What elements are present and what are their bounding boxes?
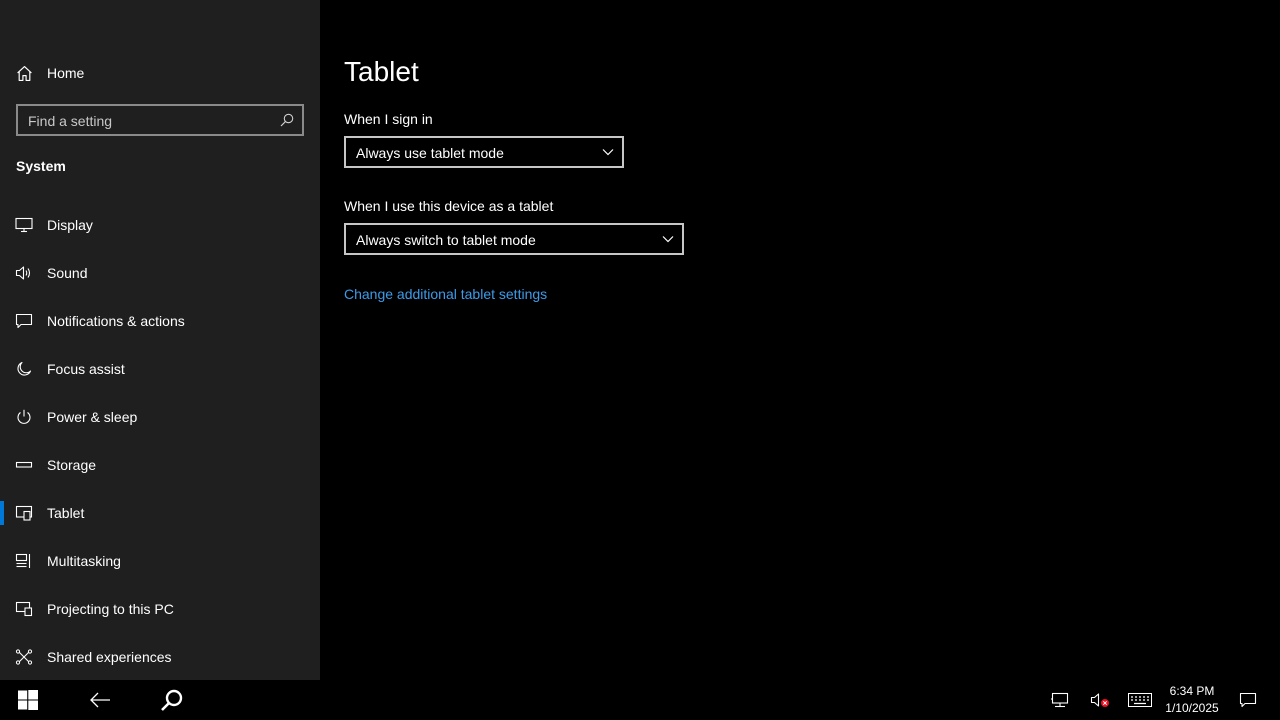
sidebar-item-notifications[interactable]: Notifications & actions: [0, 301, 320, 341]
volume-tray-button[interactable]: [1084, 680, 1116, 720]
projecting-icon: [15, 601, 33, 617]
sidebar-item-label: Notifications & actions: [47, 313, 185, 329]
touch-keyboard-button[interactable]: [1124, 680, 1156, 720]
tablet-icon: [15, 505, 33, 521]
search-icon[interactable]: [280, 113, 294, 127]
sidebar-item-label: Multitasking: [47, 553, 121, 569]
device-tablet-dropdown[interactable]: Always switch to tablet mode: [344, 223, 684, 255]
sign-in-dropdown[interactable]: Always use tablet mode: [344, 136, 624, 168]
sidebar-item-storage[interactable]: Storage: [0, 445, 320, 485]
search-input[interactable]: [28, 112, 268, 130]
start-button[interactable]: [0, 680, 56, 720]
taskbar-search-button[interactable]: [152, 680, 192, 720]
monitor-icon: [15, 217, 33, 233]
chevron-down-icon: [602, 149, 614, 156]
sidebar-item-focus-assist[interactable]: Focus assist: [0, 349, 320, 389]
back-button[interactable]: [80, 680, 120, 720]
sign-in-dropdown-value: Always use tablet mode: [356, 145, 504, 161]
sidebar-item-label: Sound: [47, 265, 88, 281]
home-label: Home: [47, 65, 85, 81]
sidebar-home[interactable]: Home: [0, 57, 320, 89]
page-title: Tablet: [344, 56, 419, 87]
moon-icon: [17, 361, 32, 376]
sidebar-item-label: Display: [47, 217, 93, 233]
sidebar-item-label: Power & sleep: [47, 409, 138, 425]
windows-start-icon: [18, 690, 38, 710]
sidebar-item-label: Shared experiences: [47, 649, 172, 665]
back-arrow-icon: [90, 692, 110, 708]
sidebar-item-sound[interactable]: Sound: [0, 253, 320, 293]
taskbar-clock[interactable]: 6:34 PM 1/10/2025: [1158, 683, 1226, 717]
additional-tablet-settings-link[interactable]: Change additional tablet settings: [344, 285, 547, 303]
action-center-button[interactable]: [1232, 680, 1264, 720]
sidebar-item-power-sleep[interactable]: Power & sleep: [0, 397, 320, 437]
section-title: System: [16, 158, 66, 174]
multitasking-icon: [15, 553, 31, 568]
clock-time: 6:34 PM: [1169, 684, 1215, 698]
sidebar-item-multitasking[interactable]: Multitasking: [0, 541, 320, 581]
sidebar-item-label: Focus assist: [47, 361, 125, 377]
sidebar-item-label: Projecting to this PC: [47, 601, 174, 617]
device-tablet-label: When I use this device as a tablet: [344, 198, 554, 214]
action-center-icon: [1239, 692, 1257, 708]
sidebar-item-projecting[interactable]: Projecting to this PC: [0, 589, 320, 629]
device-tablet-dropdown-value: Always switch to tablet mode: [356, 232, 536, 248]
power-icon: [17, 409, 31, 424]
shared-experiences-icon: [15, 649, 33, 665]
network-icon: [1051, 692, 1069, 708]
keyboard-icon: [1128, 693, 1152, 707]
home-icon: [17, 66, 32, 81]
clock-date: 1/10/2025: [1165, 701, 1219, 715]
sidebar-item-tablet[interactable]: Tablet: [0, 493, 320, 533]
sidebar-item-display[interactable]: Display: [0, 205, 320, 245]
main-content: Tablet When I sign in Always use tablet …: [320, 0, 1280, 680]
sidebar-item-shared-experiences[interactable]: Shared experiences: [0, 637, 320, 677]
speaker-icon: [15, 266, 31, 280]
sidebar-item-label: Tablet: [47, 505, 85, 521]
sidebar: Home System Display Sound Notifications …: [0, 0, 320, 680]
settings-search-box[interactable]: [16, 104, 304, 136]
taskbar: 6:34 PM 1/10/2025: [0, 680, 1280, 720]
notification-icon: [15, 313, 33, 329]
sidebar-item-label: Storage: [47, 457, 97, 473]
network-tray-button[interactable]: [1044, 680, 1076, 720]
sign-in-label: When I sign in: [344, 111, 433, 127]
selected-indicator: [0, 501, 4, 525]
search-icon: [161, 689, 183, 711]
volume-muted-icon: [1090, 693, 1109, 707]
chevron-down-icon: [662, 236, 674, 243]
storage-icon: [15, 461, 33, 468]
